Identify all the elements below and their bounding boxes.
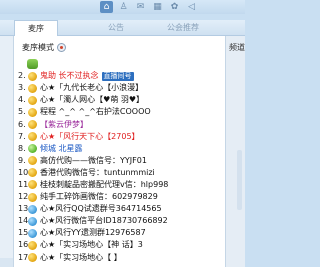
queue-row[interactable]: 6. 【紫云伊梦】 — [18, 118, 223, 130]
user-level-icon — [28, 228, 37, 238]
user-level-icon — [28, 83, 37, 93]
queue-row[interactable]: 17. 心★「实习场地心【 】 — [18, 252, 223, 264]
mode-toggle-icon[interactable] — [57, 43, 66, 52]
queue-user-name: 程程 ^_^ ^_^右护法COOOO — [40, 107, 151, 117]
queue-number: 17. — [18, 252, 31, 262]
queue-number: 6. — [18, 119, 26, 129]
home-icon[interactable]: ⌂ — [100, 1, 113, 13]
queue-row[interactable]: 4. 心★「濁人网心【♥萌 羽♥】 — [18, 94, 223, 106]
queue-row[interactable]: 8. 倾城 北星露 — [18, 143, 223, 155]
queue-user-name: 心★「实习场地心【神 话】3 — [40, 240, 143, 250]
queue-number: 15. — [18, 228, 31, 238]
layout-icon[interactable]: ▦ — [151, 1, 164, 13]
queue-user-name: 鬼助 长不过执念 — [40, 71, 99, 81]
user-level-icon — [28, 253, 37, 263]
queue-row[interactable]: 3. 心★「九代长老心【小浪漫】 — [18, 82, 223, 94]
queue-number: 12. — [18, 192, 31, 202]
mail-icon[interactable]: ✉ — [134, 1, 147, 13]
user-level-icon — [28, 144, 37, 154]
queue-row[interactable]: 16. 心★「实习场地心【神 话】3 — [18, 239, 223, 251]
queue-list: 2. 鬼助 长不过执念 直播间号 3. 心★「九代长老心【小浪漫】 4. 心★「濁人网心【♥… — [18, 58, 223, 264]
queue-user-name: 心★风行微信平台ID18730766892 — [40, 216, 168, 226]
queue-number: 13. — [18, 204, 31, 214]
queue-user-name: 高仿代购——微信号：YYJF01 — [40, 155, 147, 165]
queue-user-name: 心★「实习场地心【 】 — [40, 252, 122, 262]
live-room-badge[interactable]: 直播间号 — [101, 71, 134, 81]
queue-number: 5. — [18, 107, 26, 117]
user-level-icon — [28, 180, 37, 190]
queue-user-name: 香港代购微信号：tuntunmmizi — [40, 167, 155, 177]
user-level-icon — [28, 216, 37, 226]
queue-number: 8. — [18, 143, 26, 153]
user-level-icon — [28, 132, 37, 142]
tab-bar: 麦序 公告 公会推荐 — [0, 20, 245, 36]
queue-user-name: 【紫云伊梦】 — [40, 119, 88, 129]
top-icon-bar: ⌂ ♙ ✉ ▦ ✿ ◁ — [100, 1, 198, 13]
queue-user-name: 心★「濁人网心【♥萌 羽♥】 — [40, 95, 145, 105]
mode-row: 麦序模式 — [22, 42, 66, 53]
user-level-icon — [28, 71, 37, 81]
tab-queue[interactable]: 麦序 — [14, 20, 58, 36]
queue-number: 11. — [18, 179, 31, 189]
queue-row[interactable]: 15. 心★风行YY遗测群12976587 — [18, 227, 223, 239]
queue-user-name: 桂枝刺靛品密搬配代理v信：hlp998 — [40, 179, 169, 189]
share-icon[interactable]: ◁ — [185, 1, 198, 13]
tab-announcement[interactable]: 公告 — [96, 20, 136, 36]
user-level-icon — [28, 120, 37, 130]
right-pane — [225, 36, 245, 267]
mode-label: 麦序模式 — [22, 43, 54, 52]
queue-user-name: 心★风行QQ试遗群号364714565 — [40, 204, 162, 214]
queue-row[interactable]: 11. 桂枝刺靛品密搬配代理v信：hlp998 — [18, 179, 223, 191]
tab-guild-recommend[interactable]: 公会推荐 — [158, 20, 208, 36]
title-bar: ⌂ ♙ ✉ ▦ ✿ ◁ — [0, 0, 245, 14]
user-level-icon — [28, 168, 37, 178]
queue-number: 7. — [18, 131, 26, 141]
queue-row[interactable]: 10. 香港代购微信号：tuntunmmizi — [18, 167, 223, 179]
queue-row[interactable]: 12. 纯手工碎饰画微信：602979829 — [18, 191, 223, 203]
queue-row[interactable]: 13. 心★风行QQ试遗群号364714565 — [18, 203, 223, 215]
user-level-icon — [28, 192, 37, 202]
user-level-icon — [28, 240, 37, 250]
left-sidebar — [0, 36, 13, 267]
queue-number: 9. — [18, 155, 26, 165]
queue-number: 4. — [18, 95, 26, 105]
user-level-icon — [28, 204, 37, 214]
queue-row[interactable] — [18, 58, 223, 70]
mic-chip-icon — [27, 59, 38, 70]
channel-label: 频道 — [229, 43, 245, 52]
person-icon[interactable]: ♙ — [117, 1, 130, 13]
user-level-icon — [28, 95, 37, 105]
queue-number: 10. — [18, 167, 31, 177]
queue-number: 14. — [18, 216, 31, 226]
queue-user-name: 心★风行YY遗测群12976587 — [40, 228, 146, 238]
queue-number: 3. — [18, 83, 26, 93]
queue-row[interactable]: 9. 高仿代购——微信号：YYJF01 — [18, 155, 223, 167]
queue-user-name: 心★「风行天下心【2705】 — [40, 131, 140, 141]
queue-row[interactable]: 5. 程程 ^_^ ^_^右护法COOOO — [18, 106, 223, 118]
queue-row[interactable]: 7. 心★「风行天下心【2705】 — [18, 131, 223, 143]
settings-icon[interactable]: ✿ — [168, 1, 181, 13]
queue-number: 16. — [18, 240, 31, 250]
user-level-icon — [28, 156, 37, 166]
queue-user-name: 心★「九代长老心【小浪漫】 — [40, 83, 144, 93]
user-level-icon — [28, 107, 37, 117]
queue-row[interactable]: 2. 鬼助 长不过执念 直播间号 — [18, 70, 223, 82]
queue-row[interactable]: 14. 心★风行微信平台ID18730766892 — [18, 215, 223, 227]
scrollbar[interactable] — [237, 150, 242, 210]
queue-user-name: 纯手工碎饰画微信：602979829 — [40, 192, 158, 202]
queue-user-name: 倾城 北星露 — [40, 143, 83, 153]
bottom-strip — [0, 258, 13, 267]
queue-number: 2. — [18, 71, 26, 81]
